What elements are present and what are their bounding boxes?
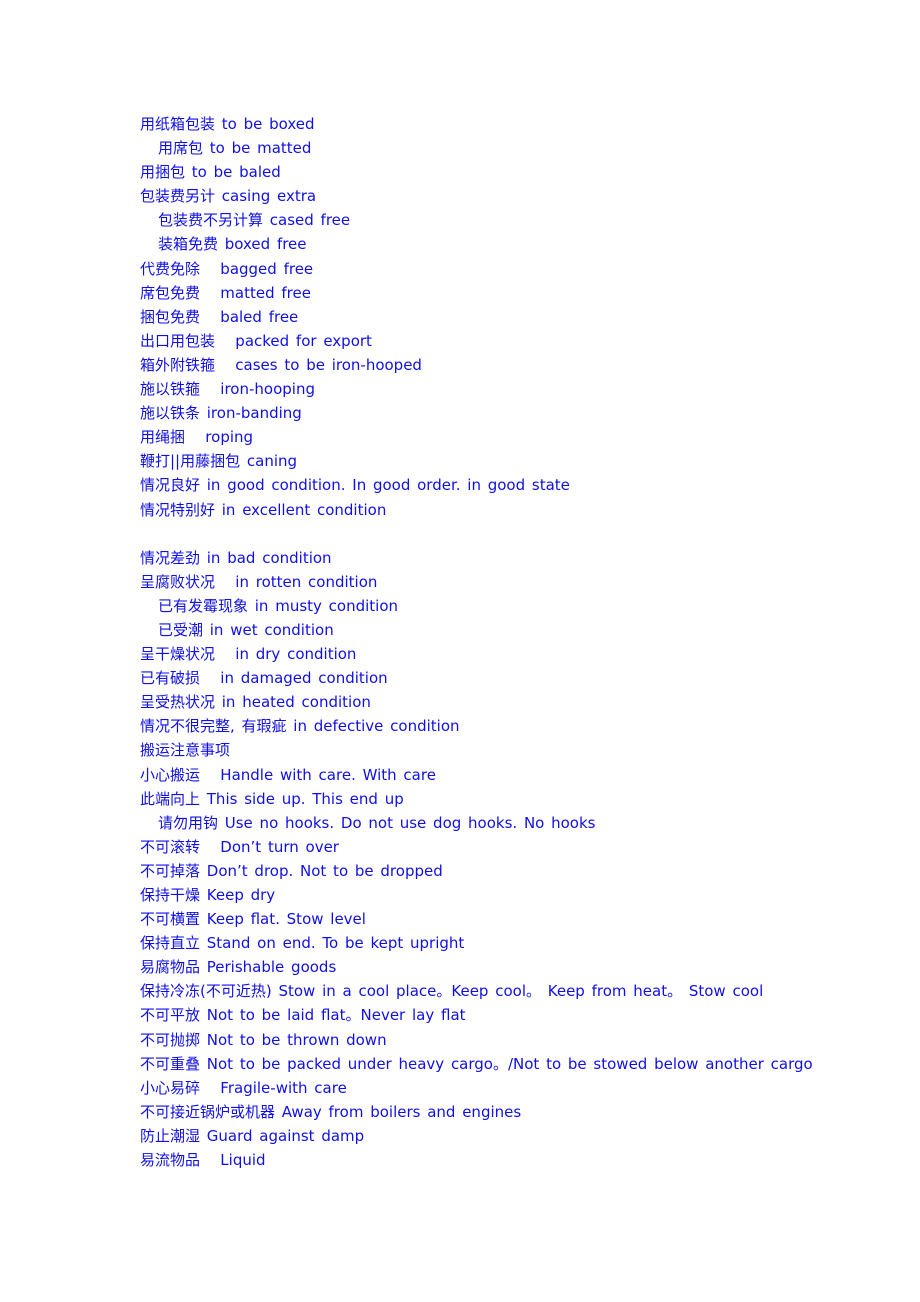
text-line: 已有破损 in damaged condition <box>140 669 388 688</box>
text-line: 保持冷冻(不可近热) Stow in a cool place。Keep coo… <box>140 982 764 1001</box>
document-body: 用纸箱包装 to be boxed 用席包 to be matted 用捆包 to … <box>140 112 813 1172</box>
text-line: 不可抛掷 Not to be thrown down <box>140 1030 387 1049</box>
text-line: 席包免费 matted free <box>140 283 311 302</box>
text-line: 包装费另计 casing extra <box>140 187 317 206</box>
text-line: 呈腐败状况 in rotten condition <box>140 572 378 591</box>
text-line: 用席包 to be matted <box>158 139 312 158</box>
text-line: 不可接近锅炉或机器 Away from boilers and engines <box>140 1102 522 1121</box>
text-line: 施以铁条 iron-banding <box>140 404 302 423</box>
text-line: 不可横置 Keep flat. Stow level <box>140 910 366 929</box>
text-line: 用捆包 to be baled <box>140 163 281 182</box>
text-line: 用纸箱包装 to be boxed <box>140 115 315 133</box>
text-line: 情况特别好 in excellent condition <box>140 500 387 519</box>
text-line: 鞭打||用藤捆包 caning <box>140 452 298 471</box>
text-line: 不可滚转 Don’t turn over <box>140 837 339 856</box>
text-line: 不可掉落 Don’t drop. Not to be dropped <box>140 861 443 880</box>
text-line: 易流物品 Liquid <box>140 1151 266 1170</box>
text-line: 捆包免费 baled free <box>140 307 299 326</box>
text-line: 已有发霉现象 in musty condition <box>158 596 399 615</box>
text-line: 装箱免费 boxed free <box>158 235 307 254</box>
text-line: 呈干燥状况 in dry condition <box>140 645 357 664</box>
text-line: 施以铁箍 iron-hooping <box>140 380 315 399</box>
text-line: 不可重叠 Not to be packed under heavy cargo。… <box>140 1054 813 1073</box>
text-line: 保持干燥 Keep dry <box>140 886 276 904</box>
text-line: 不可平放 Not to be laid flat。Never lay flat <box>140 1006 466 1025</box>
text-line: 搬运注意事项 <box>140 741 231 760</box>
text-line: 请勿用钩 Use no hooks. Do not use dog hooks.… <box>158 813 596 832</box>
text-line: 箱外附铁箍 cases to be iron-hooped <box>140 355 422 374</box>
text-line: 情况良好 in good condition. In good order. i… <box>140 476 570 495</box>
text-line: 呈受热状况 in heated condition <box>140 693 371 712</box>
text-line: 小心搬运 Handle with care. With care <box>140 765 436 784</box>
text-line: 已受潮 in wet condition <box>158 620 334 639</box>
text-line: 保持直立 Stand on end. To be kept upright <box>140 934 465 953</box>
text-line: 情况不很完整, 有瑕疵 in defective condition <box>140 717 460 736</box>
text-line: 防止潮湿 Guard against damp <box>140 1126 365 1145</box>
text-line: 此端向上 This side up. This end up <box>140 789 404 808</box>
text-line: 出口用包装 packed for export <box>140 331 372 350</box>
text-line: 代费免除 bagged free <box>140 259 314 278</box>
text-line: 易腐物品 Perishable goods <box>140 958 337 977</box>
text-line: 情况差劲 in bad condition <box>140 548 332 567</box>
text-line: 小心易碎 Fragile-with care <box>140 1078 347 1097</box>
text-line: 包装费不另计算 cased free <box>158 211 351 230</box>
text-line: 用绳捆 roping <box>140 428 254 447</box>
